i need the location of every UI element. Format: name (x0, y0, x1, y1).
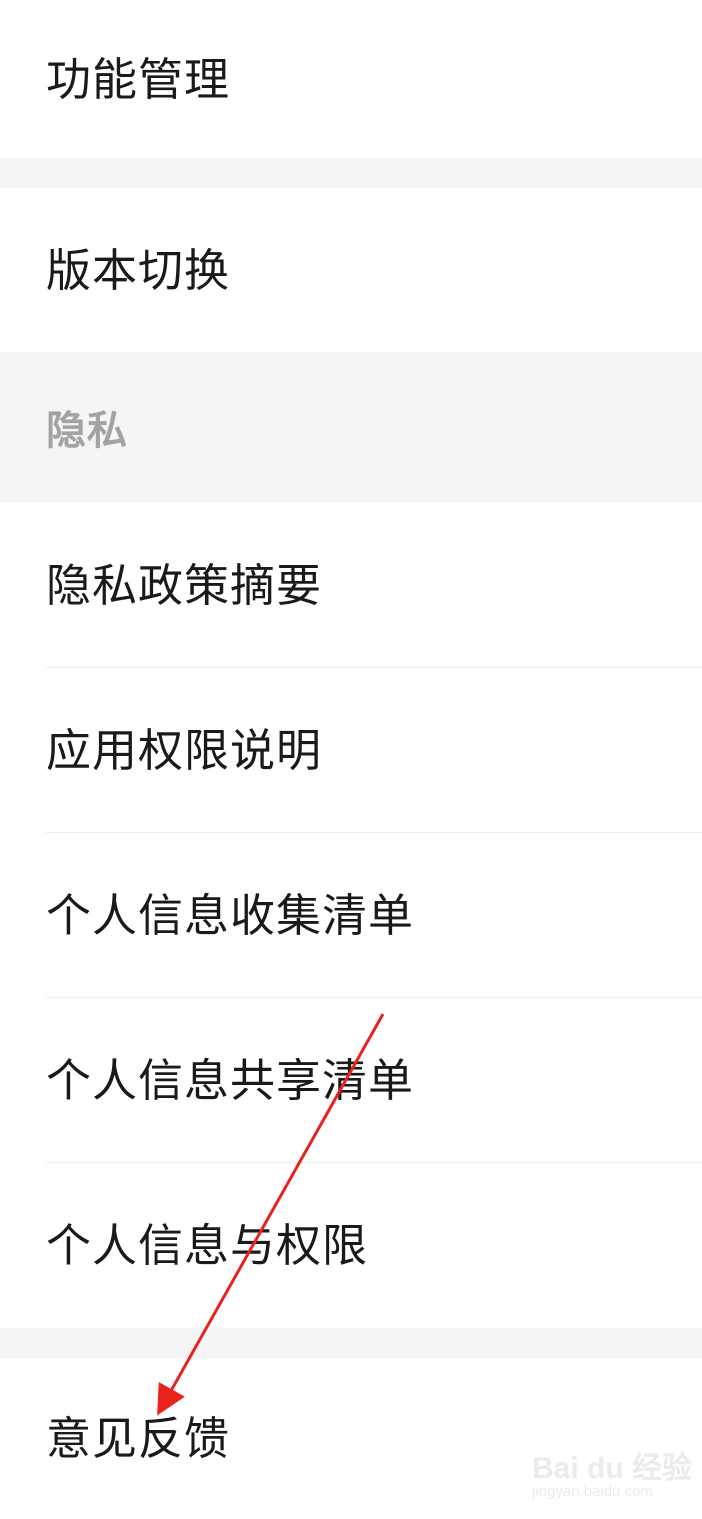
settings-item-label: 隐私政策摘要 (46, 558, 323, 612)
settings-item-function-management[interactable]: 功能管理 (0, 0, 702, 158)
settings-item-label: 个人信息收集清单 (46, 889, 415, 942)
settings-item-label: 应用权限说明 (46, 724, 323, 777)
settings-item-privacy-policy-summary[interactable]: 隐私政策摘要 (0, 502, 702, 668)
settings-item-version-switch[interactable]: 版本切换 (0, 188, 702, 352)
settings-item-label: 个人信息与权限 (46, 1219, 369, 1272)
settings-item-label: 意见反馈 (46, 1412, 231, 1465)
settings-item-personal-info-sharing-list[interactable]: 个人信息共享清单 (0, 998, 702, 1163)
settings-item-app-permissions[interactable]: 应用权限说明 (0, 668, 702, 833)
settings-item-label: 版本切换 (46, 243, 231, 297)
settings-item-personal-info-and-permissions[interactable]: 个人信息与权限 (0, 1163, 702, 1328)
settings-item-personal-info-collection-list[interactable]: 个人信息收集清单 (0, 833, 702, 998)
watermark-logo: Bai du 经验 (532, 1452, 693, 1485)
baidu-jingyan-watermark: Bai du 经验 jingyan.baidu.com (532, 1443, 692, 1507)
section-header-privacy: 隐私 (0, 352, 702, 502)
settings-page: 功能管理 版本切换 隐私 隐私政策摘要 应用权限说明 个人信息收集清单 个人信息… (0, 0, 702, 1519)
section-title: 隐私 (46, 408, 128, 454)
settings-item-label: 功能管理 (46, 52, 231, 106)
section-gap (0, 158, 702, 188)
settings-item-label: 个人信息共享清单 (46, 1054, 415, 1107)
section-gap (0, 1328, 702, 1358)
watermark-url: jingyan.baidu.com (532, 1483, 653, 1500)
